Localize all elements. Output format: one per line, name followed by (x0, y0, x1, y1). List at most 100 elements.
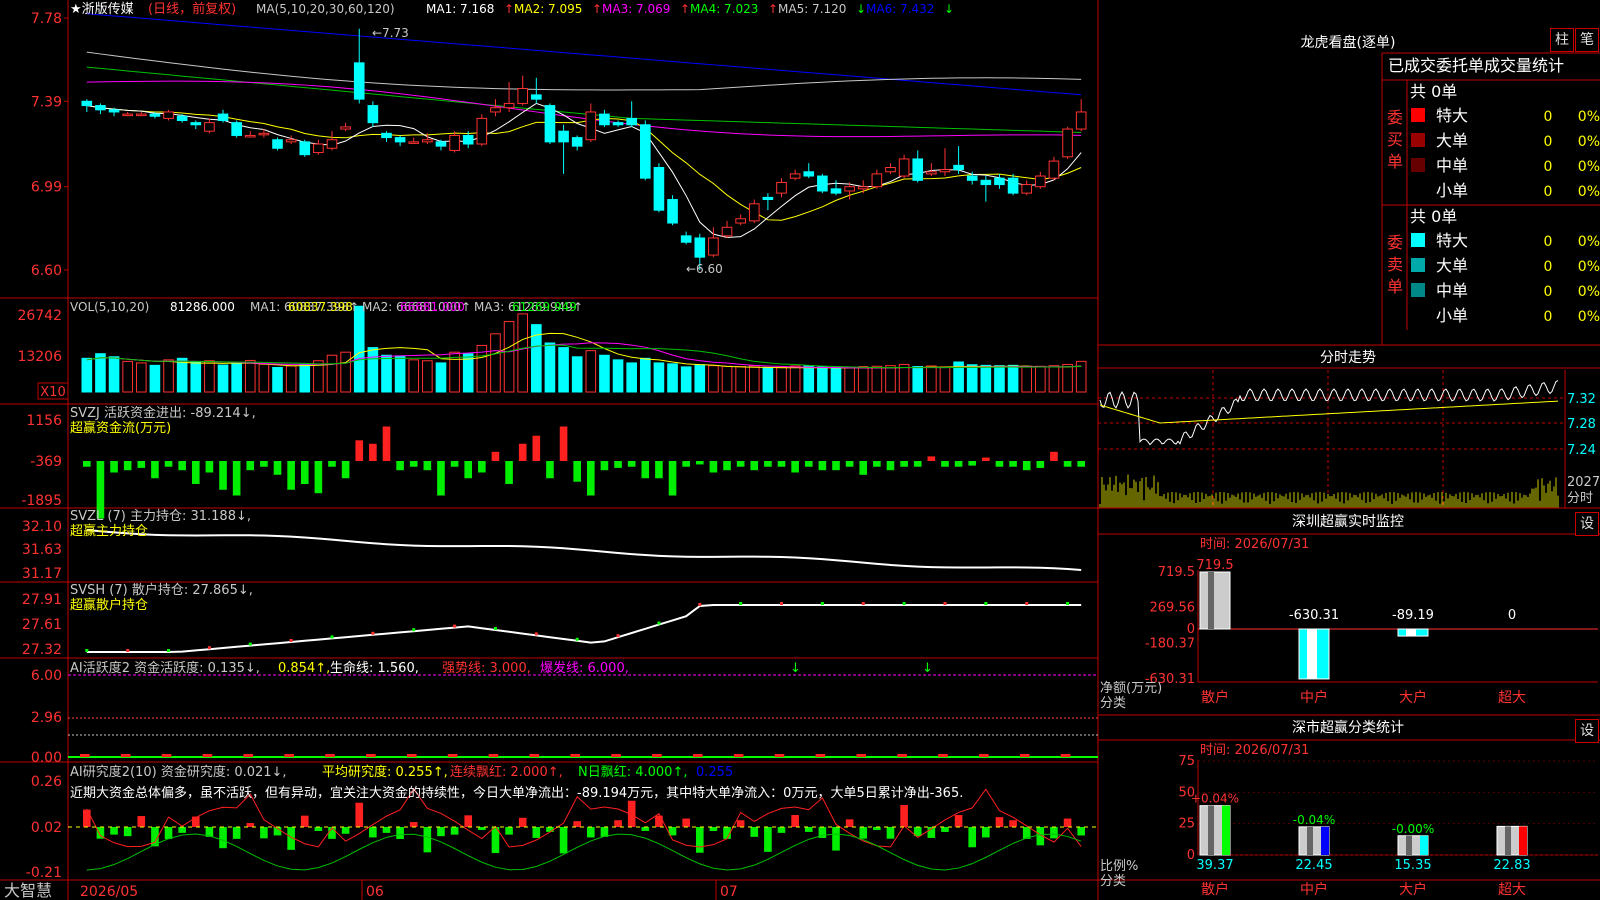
fund-flow-bar (123, 461, 132, 471)
fund-flow-bar (546, 461, 554, 479)
class-tick: 75 (1178, 754, 1195, 769)
fund-flow-bar (682, 461, 690, 467)
monitor-bar-value: -89.19 (1392, 608, 1434, 623)
candle-body (176, 115, 188, 122)
svsh-tick-label: 27.32 (22, 642, 62, 658)
candle-body (285, 139, 297, 143)
sell-swatch (1411, 258, 1425, 272)
candle-body (803, 171, 815, 177)
active-bar (447, 754, 458, 757)
tiger-title: 龙虎看盘(逐单) (1301, 34, 1396, 51)
volume-bar (299, 363, 311, 393)
candle-body (748, 203, 760, 222)
intraday-tick: 7.28 (1567, 417, 1596, 432)
buy-row-count: 0 (1544, 184, 1553, 200)
buy-total: 共 0单 (1410, 82, 1457, 101)
class-unit: 比例% (1100, 859, 1138, 874)
class-bar-value: 39.37 (1196, 858, 1233, 873)
class-bar-shade (1307, 826, 1313, 855)
candle-body (353, 62, 365, 100)
research-bar (164, 827, 173, 839)
bar-mode-button[interactable]: 柱 (1550, 28, 1574, 52)
volume-bar (708, 365, 719, 393)
candle-body (667, 199, 678, 224)
research-bar (300, 815, 309, 827)
research-bar (546, 827, 554, 832)
class-bar-delta: -0.00% (1392, 822, 1434, 836)
buy-label: 委 (1387, 108, 1403, 127)
retail-tick (1066, 602, 1070, 605)
candle-body (953, 164, 964, 171)
volume-bar (408, 359, 420, 393)
volume-bar (599, 354, 610, 393)
retail-tick (698, 603, 702, 606)
monitor-settings-button[interactable]: 设 (1575, 512, 1599, 536)
fund-flow-bar (1077, 461, 1085, 467)
candle-body (503, 102, 515, 109)
volume-bar (871, 365, 883, 393)
volume-bar (1062, 363, 1073, 393)
volume-bar (435, 362, 447, 393)
candle-body (544, 105, 556, 143)
fund-flow-bar (709, 461, 718, 473)
stock-chart-canvas[interactable]: 7.78 7.39 6.99 6.60 ←7.73 ←6.60 ★浙版传媒 (日线，前复权) M… (0, 0, 1600, 900)
candle-body (81, 100, 93, 107)
buy-row-pct: 0% (1578, 109, 1600, 125)
candle-body (885, 166, 896, 173)
sell-swatch (1411, 283, 1425, 297)
active-bar (856, 754, 867, 757)
buy-swatch (1411, 108, 1425, 122)
research-bar (1050, 827, 1058, 839)
sell-row-count: 0 (1544, 284, 1553, 300)
research-bar (505, 827, 513, 835)
strong-value: 强势线: 3.000, (442, 660, 531, 676)
candle-body (190, 122, 202, 126)
fund-flow-bar (1063, 461, 1072, 467)
research-bar (900, 804, 908, 827)
monitor-tick: 269.56 (1150, 601, 1196, 616)
volume-bar (490, 333, 501, 393)
candle-body (571, 137, 583, 147)
svzl-label: SVZL (7) 主力持仓: 31.188↓, (70, 509, 251, 524)
buy-row-count: 0 (1544, 159, 1553, 175)
active-tick-label: 6.00 (31, 668, 62, 684)
volume-bar (885, 365, 896, 393)
tick-mode-button[interactable]: 笔 (1575, 28, 1599, 52)
sell-row-pct: 0% (1578, 284, 1600, 300)
volume-bar (1035, 365, 1046, 393)
candle-body (340, 126, 351, 130)
retail-tick (493, 627, 497, 630)
volume-bar (122, 360, 133, 393)
volume-bar (980, 364, 992, 393)
candle-body (408, 141, 420, 144)
ma-value-4: MA4: 7.023 (690, 2, 758, 16)
svzj-label: SVZJ 活跃资金进出: -89.214↓, (70, 405, 256, 421)
research-bar (396, 827, 404, 839)
research-bar (219, 827, 227, 849)
fund-flow-bar (369, 443, 377, 461)
fund-flow-bar (873, 461, 881, 467)
fund-flow-bar (232, 461, 241, 496)
candle-body (476, 117, 488, 145)
class-bar-shade (1406, 835, 1412, 855)
volume-bar (558, 347, 569, 393)
fund-flow-bar (845, 461, 854, 467)
ma-arrow: ↑ (592, 2, 602, 16)
volume-bar (449, 351, 460, 393)
class-settings-button[interactable]: 设 (1575, 719, 1599, 743)
volume-bar (285, 365, 297, 393)
retail-tick (85, 649, 89, 652)
research-bar (750, 827, 759, 837)
volume-bar (680, 366, 692, 393)
candle-body (817, 175, 828, 192)
active-bar (611, 754, 621, 757)
class-bar-label: 大户 (1399, 881, 1427, 898)
sell-row-pct: 0% (1578, 259, 1600, 275)
sell-row-name: 大单 (1436, 256, 1468, 275)
volume-bar (585, 350, 597, 393)
volume-bar (830, 366, 842, 393)
fund-flow-bar (1036, 461, 1045, 468)
class-bar-accent (1420, 835, 1428, 855)
fund-flow-bar (587, 461, 595, 496)
retail-tick (820, 602, 824, 605)
